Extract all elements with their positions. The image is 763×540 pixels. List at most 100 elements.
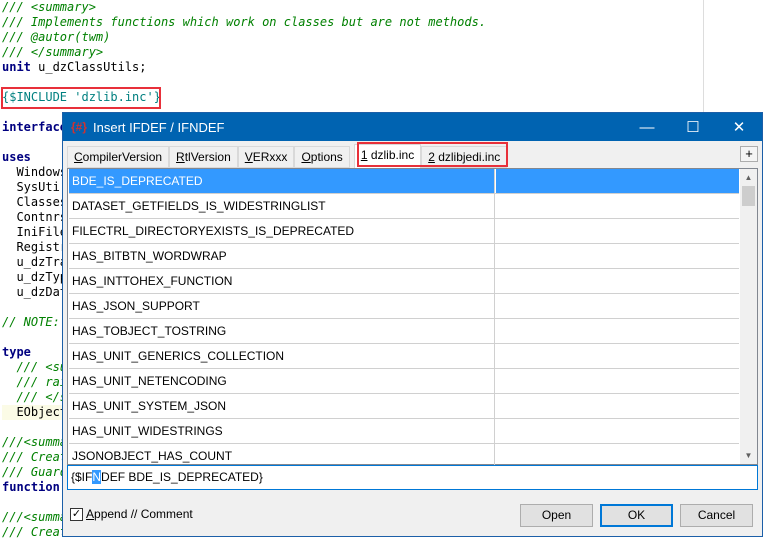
list-row[interactable]: BDE_IS_DEPRECATED [69,169,739,194]
define-value [496,219,739,243]
include-highlight-box [1,87,161,109]
define-name: HAS_JSON_SUPPORT [69,294,495,318]
scroll-up-icon[interactable]: ▲ [740,169,757,186]
code-text: /// </s [2,390,68,404]
ok-button[interactable]: OK [600,504,673,527]
define-name: FILECTRL_DIRECTORYEXISTS_IS_DEPRECATED [69,219,495,243]
code-line: /// @autor(twm) [2,30,702,45]
tab-options[interactable]: Options [294,146,350,168]
code-text: // NOTE: [2,315,60,329]
list-row[interactable]: HAS_BITBTN_WORDWRAP [69,244,739,269]
code-text: u_dzTyp [2,270,68,284]
input-text-post: DEF BDE_IS_DEPRECATED} [101,470,263,484]
open-button[interactable]: Open [520,504,593,527]
list-row[interactable]: HAS_TOBJECT_TOSTRING [69,319,739,344]
define-name: HAS_TOBJECT_TOSTRING [69,319,495,343]
define-value [496,394,739,418]
code-text: Contnrs [2,210,68,224]
tab-mnemonic: V [244,150,253,164]
checkbox-label: ppend // Comment [94,507,193,521]
tab-label: tlVersion [184,150,231,164]
list-row[interactable]: HAS_UNIT_WIDESTRINGS [69,419,739,444]
define-value [496,419,739,443]
list-row[interactable]: FILECTRL_DIRECTORYEXISTS_IS_DEPRECATED [69,219,739,244]
checkbox-mnemonic: A [86,507,95,521]
code-text: function [2,480,60,494]
title-bar[interactable]: {#} Insert IFDEF / IFNDEF — ☐ ✕ [63,113,762,141]
add-tab-button[interactable]: + [740,146,758,162]
code-text: /// <summary> [2,0,96,14]
code-text: /// Guard [2,465,68,479]
app-icon: {#} [71,120,88,134]
append-comment-checkbox[interactable]: ✓ Append // Comment [70,507,193,521]
tab-compilerversion[interactable]: CompilerVersion [67,146,170,168]
list-row[interactable]: DATASET_GETFIELDS_IS_WIDESTRINGLIST [69,194,739,219]
define-name: HAS_UNIT_SYSTEM_JSON [69,394,495,418]
define-list[interactable]: BDE_IS_DEPRECATED DATASET_GETFIELDS_IS_WI… [67,168,758,469]
define-name: HAS_BITBTN_WORDWRAP [69,244,495,268]
close-icon[interactable]: ✕ [716,113,762,141]
tab-mnemonic: O [301,150,311,164]
minimize-icon[interactable]: — [624,113,670,141]
list-row[interactable]: HAS_UNIT_GENERICS_COLLECTION [69,344,739,369]
code-line: /// Implements functions which work on c… [2,15,702,30]
code-text: unit [2,60,31,74]
tab-mnemonic: R [176,150,185,164]
input-selection: N [92,470,102,484]
code-text: uses [2,150,31,164]
code-text: /// Creat [2,450,68,464]
insert-ifdef-dialog: {#} Insert IFDEF / IFNDEF — ☐ ✕ Compiler… [62,112,763,537]
code-text: type [2,345,31,359]
code-text: u_dzDat [2,285,68,299]
define-name: BDE_IS_DEPRECATED [69,169,495,193]
checkmark-icon[interactable]: ✓ [70,507,83,521]
tab-mnemonic: C [74,150,83,164]
code-text: /// </summary> [2,45,104,59]
input-text-pre: {$IF [71,470,93,484]
define-name: DATASET_GETFIELDS_IS_WIDESTRINGLIST [69,194,495,218]
scroll-thumb[interactable] [742,186,755,206]
list-row[interactable]: HAS_UNIT_NETENCODING [69,369,739,394]
code-text: u_dzTra [2,255,68,269]
define-name: HAS_INTTOHEX_FUNCTION [69,269,495,293]
code-text: IniFile [2,225,68,239]
vertical-scrollbar[interactable]: ▲ ▼ [740,169,757,464]
define-value [496,169,739,193]
tab-verxxx[interactable]: VERxxx [237,146,295,168]
code-text: ///<summa [2,510,68,524]
code-text: /// rai [2,375,68,389]
code-text: EObject [2,405,68,419]
define-value [496,269,739,293]
code-text: interface [2,120,68,134]
define-name: HAS_UNIT_GENERICS_COLLECTION [69,344,495,368]
define-name: HAS_UNIT_NETENCODING [69,369,495,393]
list-row[interactable]: HAS_UNIT_SYSTEM_JSON [69,394,739,419]
code-text: /// Implements functions which work on c… [2,15,487,29]
tab-label: ptions [310,150,343,164]
maximize-icon[interactable]: ☐ [670,113,716,141]
tab-rtlversion[interactable]: RtlVersion [169,146,238,168]
code-line: unit u_dzClassUtils; [2,60,702,75]
directive-input[interactable]: {$IFNDEF BDE_IS_DEPRECATED} [67,465,758,490]
tab-label: ERxxx [252,150,288,164]
code-text: Registr [2,240,68,254]
code-text: SysUti [2,180,60,194]
code-text: Windows [2,165,68,179]
code-text: u_dzClassUtils; [30,60,147,74]
code-text: ///<summa [2,435,68,449]
define-value [496,194,739,218]
cancel-button[interactable]: Cancel [680,504,753,527]
define-name: HAS_UNIT_WIDESTRINGS [69,419,495,443]
scroll-down-icon[interactable]: ▼ [740,447,757,464]
code-text: /// @autor(twm) [2,30,111,44]
list-row[interactable]: HAS_JSON_SUPPORT [69,294,739,319]
list-row[interactable]: HAS_INTTOHEX_FUNCTION [69,269,739,294]
code-line: /// </summary> [2,45,702,60]
tabs-highlight-box [357,142,508,167]
define-value [496,369,739,393]
define-value [496,244,739,268]
code-text: Classes [2,195,68,209]
define-value [496,319,739,343]
code-line: /// <summary> [2,0,702,15]
define-value [496,294,739,318]
